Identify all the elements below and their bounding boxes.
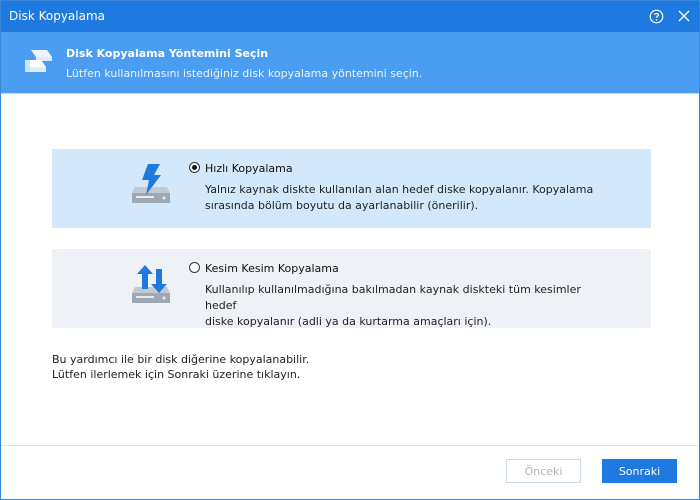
option-sector-copy-label: Kesim Kesim Kopyalama	[205, 262, 339, 275]
header-title: Disk Kopyalama Yöntemini Seçin	[66, 47, 269, 60]
close-button[interactable]	[675, 7, 693, 25]
window-title: Disk Kopyalama	[9, 9, 106, 23]
option-fast-copy-label: Hızlı Kopyalama	[205, 162, 293, 175]
arrows-disk-icon	[132, 265, 170, 303]
radio-fast-copy[interactable]	[189, 162, 200, 173]
footer-divider	[1, 445, 699, 446]
description-line: Yalnız kaynak diskte kullanılan alan hed…	[205, 183, 594, 196]
close-icon	[678, 10, 690, 22]
radio-sector-copy[interactable]	[189, 262, 200, 273]
option-fast-copy[interactable]: Hızlı Kopyalama Yalnız kaynak diskte kul…	[52, 149, 651, 228]
next-button[interactable]: Sonraki	[602, 459, 677, 483]
description-line: sırasında bölüm boyutu da ayarlanabilir …	[205, 199, 479, 212]
disk-copy-dialog: Disk Kopyalama Disk Kopyalama Yöntemini …	[0, 0, 700, 500]
header-divider	[1, 93, 699, 94]
header-subtitle: Lütfen kullanılmasını istediğiniz disk k…	[66, 67, 423, 80]
option-sector-copy-description: Kullanılıp kullanılmadığına bakılmadan k…	[205, 282, 605, 330]
option-sector-copy[interactable]: Kesim Kesim Kopyalama Kullanılıp kullanı…	[52, 249, 651, 328]
info-line-1: Bu yardımcı ile bir disk diğerine kopyal…	[52, 353, 310, 366]
info-line-2: Lütfen ilerlemek için Sonraki üzerine tı…	[52, 368, 301, 381]
help-icon	[649, 9, 663, 23]
header-banner: Disk Kopyalama Yöntemini Seçin Lütfen ku…	[1, 32, 699, 93]
info-text: Bu yardımcı ile bir disk diğerine kopyal…	[52, 352, 309, 382]
help-button[interactable]	[647, 7, 665, 25]
radio-selected-dot	[192, 165, 197, 170]
lightning-disk-icon	[132, 164, 170, 203]
disk-stack-icon	[25, 50, 52, 72]
previous-button[interactable]: Önceki	[506, 459, 581, 483]
description-line: diske kopyalanır (adli ya da kurtarma am…	[205, 315, 492, 328]
title-bar: Disk Kopyalama	[1, 1, 699, 32]
description-line: Kullanılıp kullanılmadığına bakılmadan k…	[205, 283, 581, 312]
option-fast-copy-description: Yalnız kaynak diskte kullanılan alan hed…	[205, 182, 605, 214]
